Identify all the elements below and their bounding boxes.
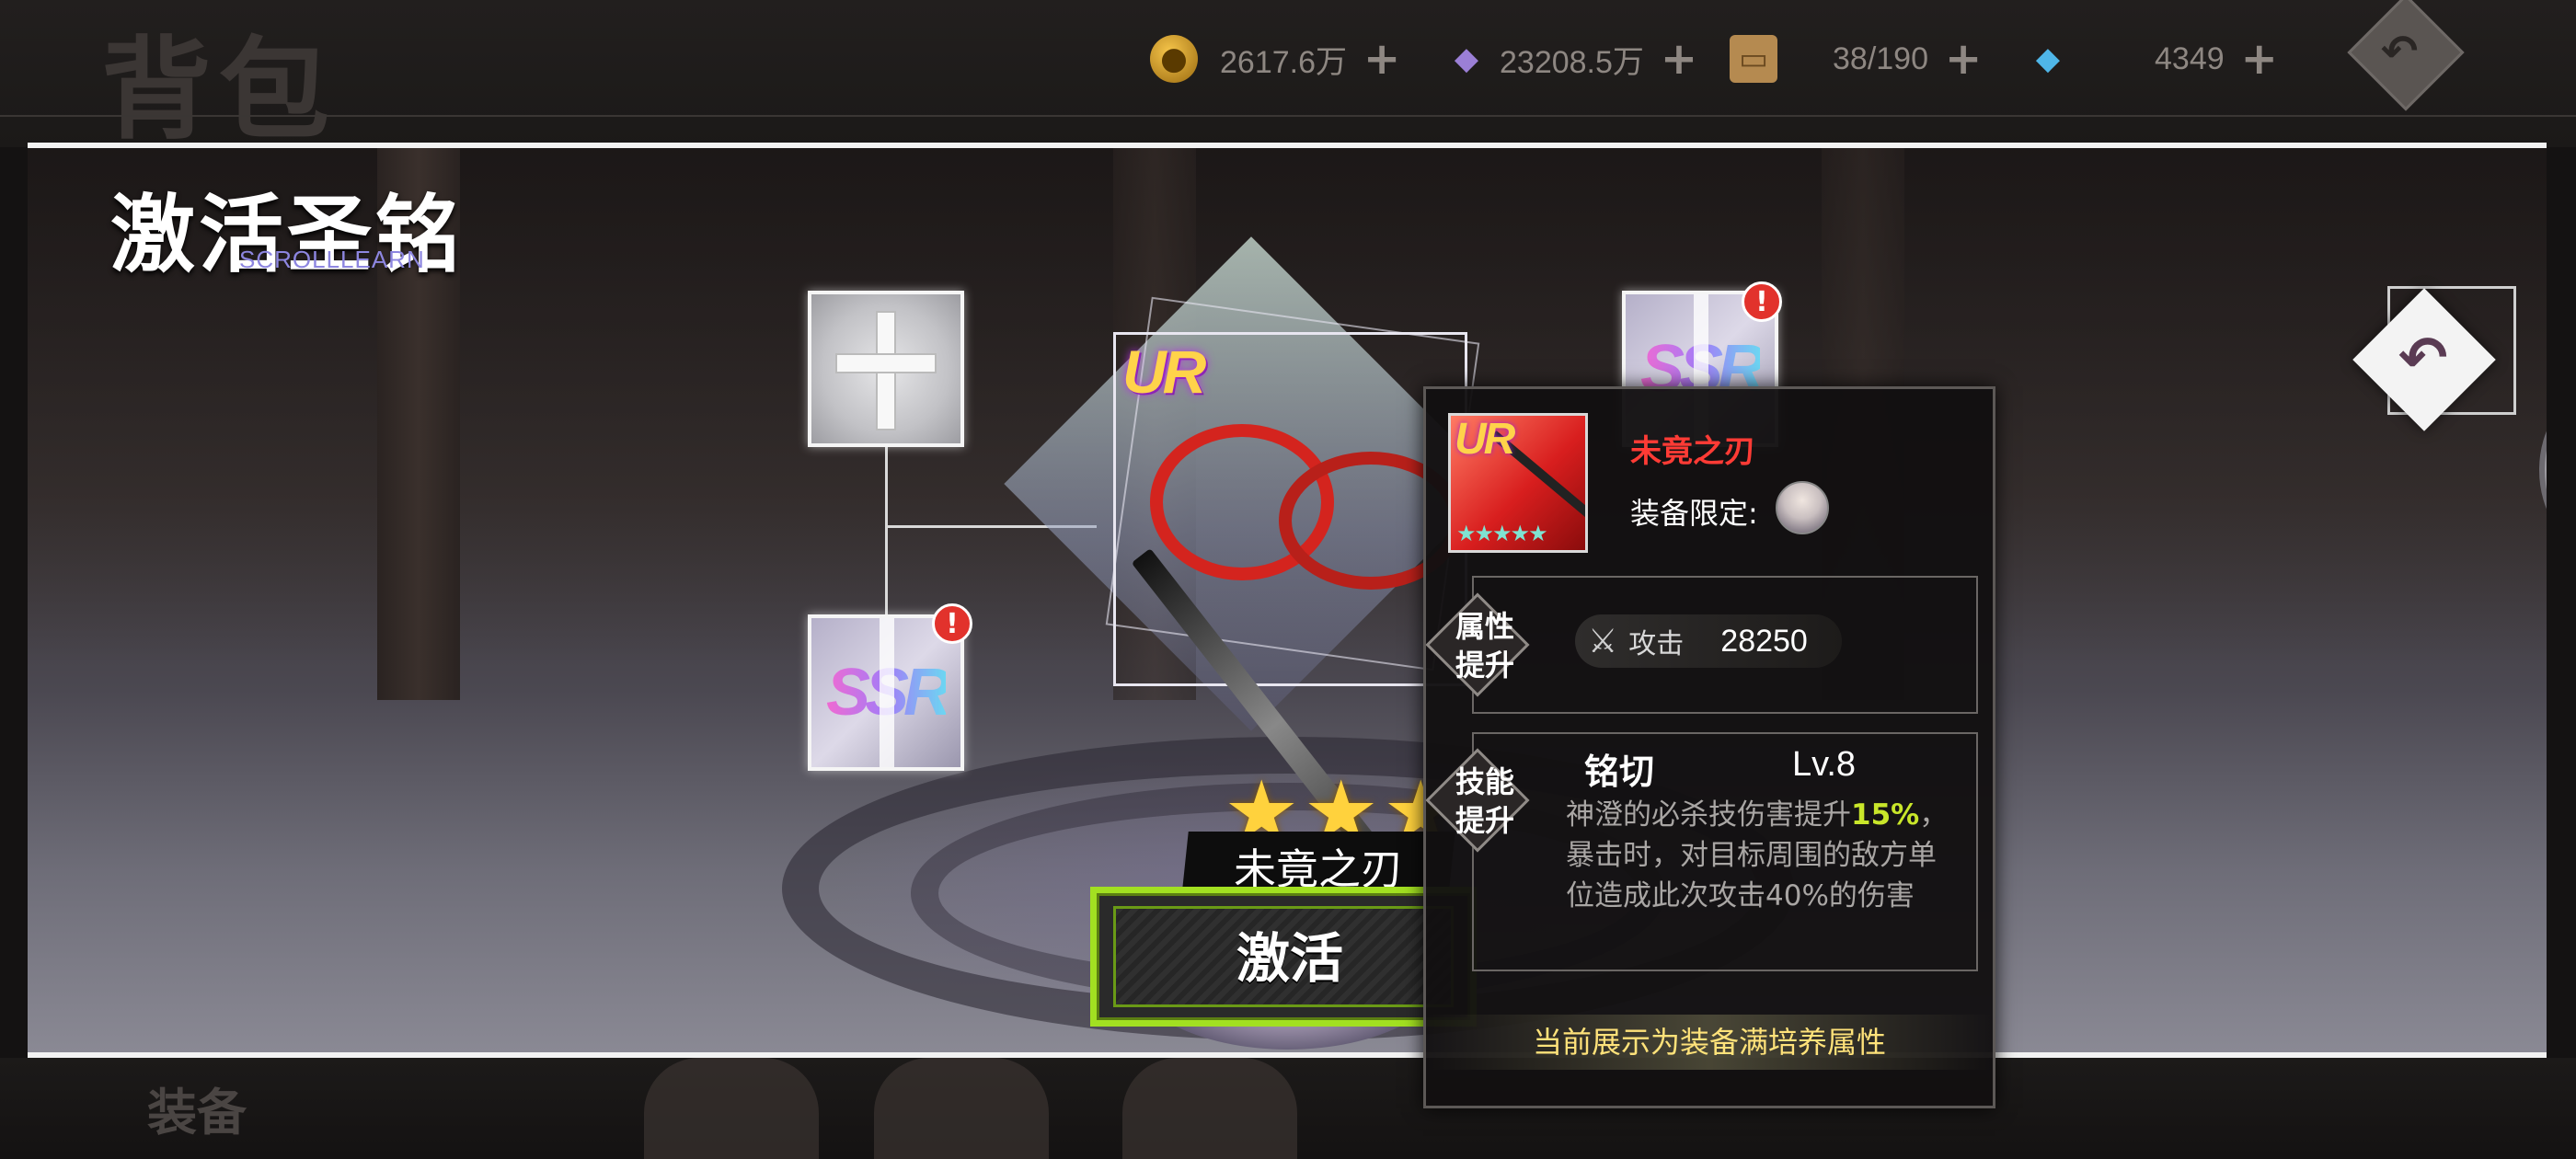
background-page-title: 背包: [101, 25, 337, 155]
add-gem-button[interactable]: +: [2241, 37, 2278, 81]
skill-description: 神澄的必杀技伤害提升15%，暴击时，对目标周围的敌方单位造成此次攻击40%的伤害: [1566, 795, 1961, 916]
skill-name: 铭切: [1584, 752, 1655, 792]
chest-value: 38/190: [1833, 40, 1928, 76]
add-crystal-button[interactable]: +: [1661, 37, 1697, 81]
relic-slot-cross[interactable]: [808, 291, 964, 447]
gold-coin-icon: ●: [1150, 35, 1198, 83]
skill-desc-text: 神澄的必杀技伤害提升: [1566, 798, 1851, 832]
close-button[interactable]: ↶: [2332, 268, 2516, 452]
resource-crystal: ◆ 23208.5万 +: [1443, 33, 1697, 85]
activate-button[interactable]: 激活: [1090, 887, 1477, 1027]
attack-stat: ⚔ 攻击 28250: [1575, 614, 1842, 668]
item-thumbnail: UR ★★★★★: [1448, 413, 1588, 553]
modal-subtitle: SCROLLLEARN: [239, 246, 425, 273]
bottom-item-icon[interactable]: [874, 1058, 1049, 1159]
skill-box: 技能提升 铭切 Lv.8 神澄的必杀技伤害提升15%，暴击时，对目标周围的敌方单…: [1425, 732, 1978, 971]
resource-gold: ● 2617.6万 +: [1150, 33, 1400, 85]
attack-label: 攻击: [1628, 628, 1685, 660]
gold-value: 2617.6万: [1220, 44, 1347, 80]
ur-rarity-badge: UR: [1455, 415, 1515, 464]
bottom-item-icon[interactable]: [1122, 1058, 1297, 1159]
attack-value: 28250: [1720, 623, 1808, 659]
skill-desc-highlight: 15%: [1851, 798, 1920, 832]
crystal-value: 23208.5万: [1500, 44, 1644, 80]
return-arrow-icon: ↶: [2398, 325, 2448, 393]
attribute-box: 属性提升 ⚔ 攻击 28250: [1425, 576, 1978, 714]
activate-relic-modal: 激活圣铭 SCROLLLEARN SSR ! SSR ! UR ★ ★ ★ 未竟…: [28, 143, 2547, 1058]
chest-icon: ▭: [1730, 35, 1777, 83]
skill-tag-label: 技能提升: [1455, 764, 1514, 838]
tree-connector: [885, 444, 888, 619]
thumbnail-stars: ★★★★★: [1456, 521, 1548, 546]
add-chest-button[interactable]: +: [1945, 37, 1982, 81]
ur-rarity-badge: UR: [1122, 338, 1206, 406]
alert-badge-icon: !: [932, 603, 972, 644]
max-stats-note: 当前展示为装备满培养属性: [1426, 1015, 1993, 1070]
bottom-item-icon[interactable]: [644, 1058, 819, 1159]
return-arrow-icon: ↶: [2381, 26, 2419, 77]
character-avatar: [1776, 481, 1829, 534]
crossed-swords-icon: ⚔: [1588, 622, 1618, 660]
resource-gem: ◆ 4349 +: [2024, 33, 2278, 85]
header-divider: [0, 115, 2576, 117]
resource-chest: ▭ 38/190 +: [1730, 33, 1982, 85]
item-detail-panel: UR ★★★★★ 未竟之刃 装备限定: 属性提升 ⚔ 攻击 28250 技能提升…: [1423, 386, 1995, 1108]
skill-level: Lv.8: [1792, 745, 1857, 784]
detail-item-name: 未竟之刃: [1630, 433, 1755, 470]
diamond-gem-icon: ◆: [2035, 40, 2061, 77]
add-gold-button[interactable]: +: [1363, 37, 1400, 81]
equip-limit-label: 装备限定:: [1630, 496, 1758, 531]
alert-badge-icon: !: [1742, 281, 1782, 322]
gem-value: 4349: [2155, 40, 2225, 76]
attribute-tag-label: 属性提升: [1455, 609, 1514, 683]
tab-equipment[interactable]: 装备: [147, 1072, 247, 1144]
background-back-button[interactable]: ↶: [2328, 0, 2484, 112]
crystal-icon: ◆: [1454, 40, 1479, 77]
